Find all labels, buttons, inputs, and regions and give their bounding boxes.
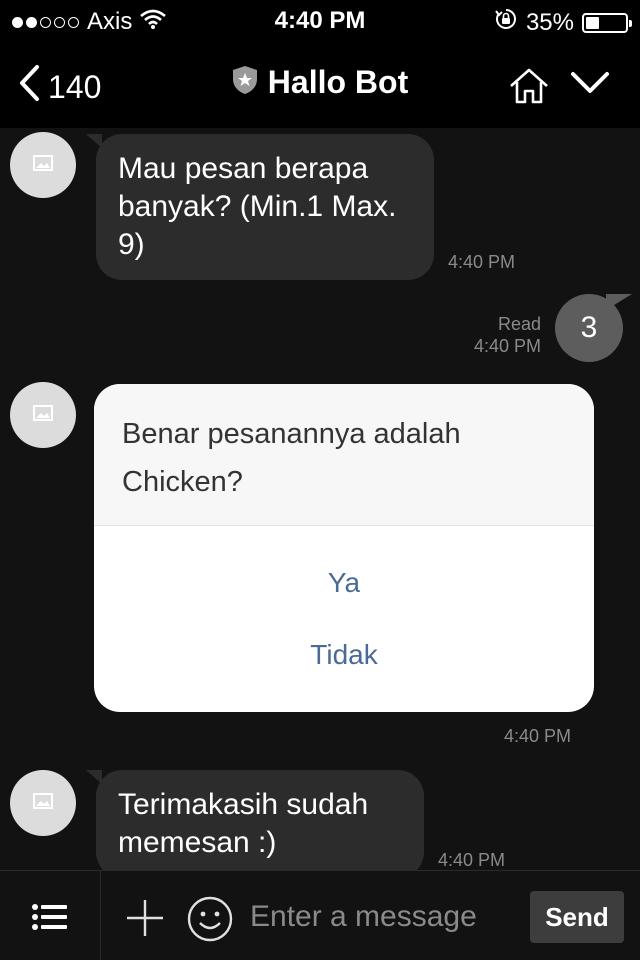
back-button[interactable]: 140: [18, 64, 101, 110]
bot-avatar[interactable]: [10, 132, 76, 198]
battery-fill: [586, 16, 600, 29]
battery-percent: 35%: [525, 8, 574, 36]
chevron-left-icon: [18, 64, 40, 110]
user-message-bubble[interactable]: 3: [555, 294, 623, 362]
message-bubble[interactable]: Mau pesan berapa banyak? (Min.1 Max. 9): [96, 134, 434, 280]
image-placeholder-icon: [33, 154, 53, 176]
battery-icon: [582, 12, 632, 33]
confirm-card: Benar pesanannya adalah Chicken? Ya Tida…: [94, 384, 594, 712]
message-input[interactable]: [250, 893, 518, 941]
official-badge-icon: [232, 65, 258, 100]
status-bar: Axis 4:40 PM 35%: [0, 0, 640, 40]
option-tidak-button[interactable]: Tidak: [94, 636, 594, 674]
chat-title: Hallo Bot: [267, 64, 409, 100]
rotation-lock-icon: [494, 7, 518, 38]
divider: [100, 871, 101, 960]
list-menu-icon[interactable]: [32, 903, 68, 936]
read-status: Read: [497, 314, 541, 334]
chat-header: 140 Hallo Bot: [0, 40, 640, 128]
chat-area[interactable]: Mau pesan berapa banyak? (Min.1 Max. 9) …: [0, 128, 640, 870]
message-composer: Send: [0, 870, 640, 960]
battery-tip: [629, 19, 632, 27]
back-count: 140: [48, 68, 102, 105]
chevron-down-icon[interactable]: [570, 70, 610, 101]
message-time: 4:40 PM: [473, 336, 541, 356]
home-icon[interactable]: [508, 67, 550, 110]
bot-avatar[interactable]: [10, 770, 76, 836]
option-ya-button[interactable]: Ya: [94, 564, 594, 602]
emoji-icon[interactable]: [186, 895, 234, 948]
message-time: 4:40 PM: [504, 726, 572, 746]
status-right: 35%: [494, 7, 632, 38]
send-button[interactable]: Send: [530, 891, 624, 943]
message-bubble[interactable]: Terimakasih sudah memesan :): [96, 770, 424, 870]
confirm-question: Benar pesanannya adalah Chicken?: [94, 384, 594, 526]
plus-icon[interactable]: [126, 899, 164, 942]
message-time: 4:40 PM: [438, 850, 506, 870]
image-placeholder-icon: [33, 404, 53, 426]
message-time: 4:40 PM: [448, 252, 516, 272]
image-placeholder-icon: [33, 792, 53, 814]
bot-avatar[interactable]: [10, 382, 76, 448]
